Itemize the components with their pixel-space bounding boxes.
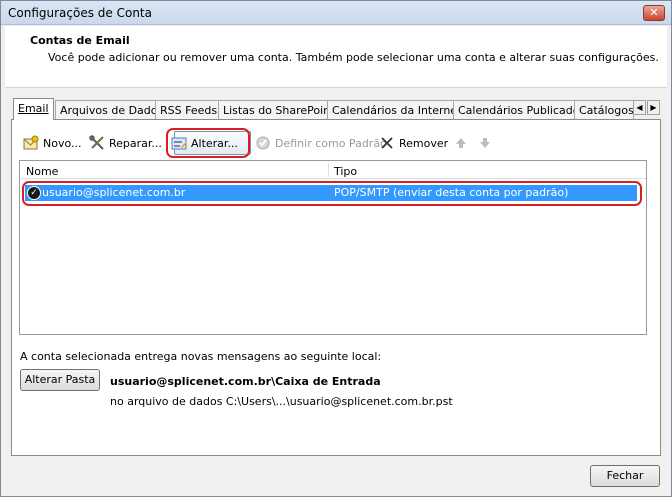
close-button[interactable]: Fechar	[590, 465, 660, 487]
tab-scroll-left-icon[interactable]: ◀	[633, 100, 646, 115]
tab-rss-feeds[interactable]: RSS Feeds	[155, 100, 223, 120]
column-header-name[interactable]: Nome	[26, 165, 58, 178]
change-folder-button[interactable]: Alterar Pasta	[20, 369, 100, 391]
new-account-button[interactable]: Novo...	[20, 132, 85, 154]
tab-data-files[interactable]: Arquivos de Dados	[55, 100, 169, 120]
repair-button[interactable]: Reparar...	[86, 132, 165, 154]
header-description: Você pode adicionar ou remover uma conta…	[48, 51, 659, 64]
arrow-down-icon	[477, 135, 493, 151]
header-panel: Contas de Email Você pode adicionar ou r…	[5, 26, 667, 88]
set-default-button[interactable]: Definir como Padrão	[252, 132, 390, 154]
table-row[interactable]: ✓ usuario@splicenet.com.br POP/SMTP (env…	[25, 185, 637, 201]
column-separator	[328, 163, 329, 177]
account-name: usuario@splicenet.com.br	[42, 186, 186, 199]
title-bar: Configurações de Conta ✕	[1, 1, 671, 25]
header-title: Contas de Email	[30, 34, 130, 47]
remove-button[interactable]: Remover	[376, 132, 451, 154]
move-up-button[interactable]	[450, 132, 472, 154]
account-toolbar: Novo... Reparar... Alterar... Definir co…	[20, 132, 650, 154]
remove-x-icon	[379, 135, 395, 151]
delivery-data-file: no arquivo de dados C:\Users\...\usuario…	[110, 395, 453, 408]
tab-catalogs[interactable]: Catálogos	[574, 100, 634, 120]
column-header-type[interactable]: Tipo	[334, 165, 357, 178]
tab-scroll-right-icon[interactable]: ▶	[647, 100, 660, 115]
window-title: Configurações de Conta	[8, 6, 152, 20]
close-window-button[interactable]: ✕	[643, 5, 665, 21]
delivery-target-folder: usuario@splicenet.com.br\Caixa de Entrad…	[110, 375, 381, 388]
tab-strip: Email Arquivos de Dados RSS Feeds Listas…	[11, 98, 661, 120]
tab-internet-calendars[interactable]: Calendários da Internet	[327, 100, 467, 120]
tab-sharepoint-lists[interactable]: Listas do SharePoint	[218, 100, 340, 120]
check-circle-icon	[255, 135, 271, 151]
list-header: Nome Tipo	[20, 161, 646, 179]
delivery-location-label: A conta selecionada entrega novas mensag…	[20, 350, 382, 363]
account-type: POP/SMTP (enviar desta conta por padrão)	[334, 186, 569, 199]
accounts-list[interactable]: Nome Tipo ✓ usuario@splicenet.com.br POP…	[19, 160, 647, 335]
move-down-button[interactable]	[474, 132, 496, 154]
arrow-up-icon	[453, 135, 469, 151]
default-account-check-icon: ✓	[27, 186, 41, 200]
email-tab-panel: Novo... Reparar... Alterar... Definir co…	[11, 119, 661, 456]
tools-icon	[89, 135, 105, 151]
change-button[interactable]: Alterar...	[168, 132, 241, 154]
account-settings-window: Configurações de Conta ✕ Contas de Email…	[0, 0, 672, 497]
tab-email[interactable]: Email	[13, 98, 54, 120]
change-settings-icon	[171, 135, 187, 151]
tab-published-calendars[interactable]: Calendários Publicados	[453, 100, 591, 120]
new-mail-icon	[23, 135, 39, 151]
